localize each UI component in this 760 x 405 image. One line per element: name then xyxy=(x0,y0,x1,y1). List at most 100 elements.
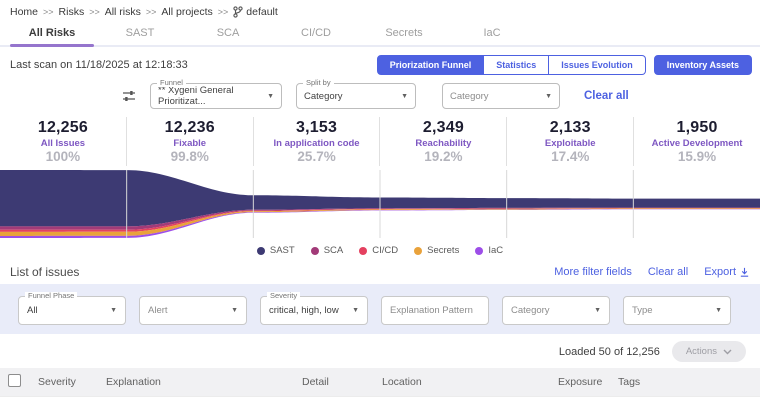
chevron-down-icon: ▼ xyxy=(545,92,552,100)
split-by-value: Category xyxy=(304,90,343,102)
stat-label: Reachability xyxy=(415,138,472,149)
breadcrumb-risks[interactable]: Risks xyxy=(59,6,85,18)
stat-percent: 25.7% xyxy=(297,149,336,164)
explanation-pattern-input[interactable] xyxy=(390,304,480,316)
split-by-select[interactable]: Split by Category ▼ xyxy=(296,79,416,109)
category-filter[interactable]: Category ▼ xyxy=(502,295,610,325)
funnel-phase-filter[interactable]: Funnel Phase All ▼ xyxy=(18,291,126,325)
list-of-issues-title: List of issues xyxy=(10,265,80,279)
loaded-count: Loaded 50 of 12,256 xyxy=(558,345,660,358)
stat-label: Active Development xyxy=(651,138,743,149)
category-select[interactable]: Category ▼ xyxy=(442,83,560,109)
issues-table-header: Severity Explanation Detail Location Exp… xyxy=(0,368,760,396)
actions-button[interactable]: Actions xyxy=(671,341,746,362)
tab-secrets[interactable]: Secrets xyxy=(360,23,448,45)
more-filter-fields-link[interactable]: More filter fields xyxy=(554,266,632,278)
stat-value: 1,950 xyxy=(676,119,718,136)
stat-value: 3,153 xyxy=(296,119,338,136)
stat-percent: 100% xyxy=(45,149,81,164)
funnel-phase-value: All xyxy=(27,304,38,316)
chevron-down-icon: ▼ xyxy=(401,92,408,100)
funnel-phase-label: Funnel Phase xyxy=(25,291,78,299)
legend-label: CI/CD xyxy=(372,245,399,256)
stat-value: 12,256 xyxy=(37,119,88,136)
breadcrumb-separator: >> xyxy=(43,7,54,17)
tune-filter-icon[interactable] xyxy=(122,89,136,103)
column-severity[interactable]: Severity xyxy=(38,376,84,388)
download-icon xyxy=(740,267,749,277)
breadcrumb-home[interactable]: Home xyxy=(10,6,38,18)
tab-sast[interactable]: SAST xyxy=(96,23,184,45)
severity-filter[interactable]: Severity critical, high, low ▼ xyxy=(260,291,368,325)
column-detail[interactable]: Detail xyxy=(302,376,382,388)
column-tags[interactable]: Tags xyxy=(618,376,736,388)
legend-label: SAST xyxy=(269,245,295,256)
explanation-pattern-filter[interactable] xyxy=(381,295,489,325)
stat-value: 12,236 xyxy=(164,119,215,136)
legend-item-sca[interactable]: SCA xyxy=(310,245,344,256)
stat-in-application-code[interactable]: 3,153 In application code 25.7% xyxy=(254,117,381,166)
issues-evolution-button[interactable]: Issues Evolution xyxy=(549,55,646,75)
risk-tabs: All Risks SAST SCA CI/CD Secrets IaC xyxy=(0,23,760,47)
tab-all-risks[interactable]: All Risks xyxy=(8,23,96,47)
select-all-checkbox[interactable] xyxy=(8,374,21,387)
last-scan-info: Last scan on 11/18/2025 at 12:18:33 xyxy=(10,59,188,71)
chevron-down-icon: ▼ xyxy=(352,306,359,314)
legend-label: SCA xyxy=(323,245,344,256)
clear-all-filters-link[interactable]: Clear all xyxy=(648,266,688,278)
funnel-select[interactable]: Funnel ** Xygeni General Prioritizat... … xyxy=(150,79,282,109)
stat-label: In application code xyxy=(273,138,360,149)
issue-filters: Funnel Phase All ▼ Alert ▼ Severity crit… xyxy=(0,284,760,334)
breadcrumb-all-projects[interactable]: All projects xyxy=(161,6,212,18)
legend-item-cicd[interactable]: CI/CD xyxy=(359,245,398,256)
breadcrumb-separator: >> xyxy=(145,7,157,17)
breadcrumb: Home >> Risks >> All risks >> All projec… xyxy=(0,0,760,20)
export-button[interactable]: Export xyxy=(704,266,750,278)
category-select-placeholder: Category xyxy=(450,90,489,102)
stat-active-development[interactable]: 1,950 Active Development 15.9% xyxy=(634,117,760,166)
type-placeholder: Type xyxy=(632,304,653,316)
legend-item-secrets[interactable]: Secrets xyxy=(414,245,459,256)
stat-value: 2,349 xyxy=(422,119,464,136)
statistics-button[interactable]: Statistics xyxy=(484,55,550,75)
priorization-funnel-button[interactable]: Priorization Funnel xyxy=(376,55,485,75)
chevron-down-icon: ▼ xyxy=(267,92,274,100)
column-exposure[interactable]: Exposure xyxy=(558,376,618,388)
stat-percent: 19.2% xyxy=(424,149,463,164)
legend-dot xyxy=(414,246,423,255)
legend-item-iac[interactable]: IaC xyxy=(475,245,503,256)
stat-percent: 99.8% xyxy=(170,149,209,164)
chevron-down-icon: ▼ xyxy=(715,306,722,314)
branch-selector[interactable]: default xyxy=(233,6,278,18)
export-label: Export xyxy=(704,266,736,278)
severity-label: Severity xyxy=(267,291,301,299)
stat-all-issues[interactable]: 12,256 All Issues 100% xyxy=(0,117,127,166)
stat-label: Fixable xyxy=(173,138,207,149)
actions-label: Actions xyxy=(685,346,717,357)
breadcrumb-all-risks[interactable]: All risks xyxy=(105,6,141,18)
issue-row[interactable]: critical ## Duplicate Advisory This advi… xyxy=(0,396,760,405)
priorization-funnel-chart xyxy=(0,170,760,238)
clear-all-link[interactable]: Clear all xyxy=(584,90,629,102)
legend-dot xyxy=(310,246,319,255)
legend-item-sast[interactable]: SAST xyxy=(256,245,295,256)
tab-cicd[interactable]: CI/CD xyxy=(272,23,360,45)
tab-iac[interactable]: IaC xyxy=(448,23,536,45)
type-filter[interactable]: Type ▼ xyxy=(623,295,731,325)
legend-dot xyxy=(475,246,484,255)
funnel-select-label: Funnel xyxy=(157,79,186,87)
stat-percent: 17.4% xyxy=(551,149,590,164)
column-location[interactable]: Location xyxy=(382,376,558,388)
column-explanation[interactable]: Explanation xyxy=(106,376,302,388)
tab-sca[interactable]: SCA xyxy=(184,23,272,45)
stat-percent: 15.9% xyxy=(677,149,717,164)
branch-name: default xyxy=(246,6,278,18)
stat-value: 2,133 xyxy=(549,119,591,136)
stat-fixable[interactable]: 12,236 Fixable 99.8% xyxy=(127,117,254,166)
alert-filter[interactable]: Alert ▼ xyxy=(139,295,247,325)
stat-reachability[interactable]: 2,349 Reachability 19.2% xyxy=(380,117,508,166)
stat-exploitable[interactable]: 2,133 Exploitable 17.4% xyxy=(507,117,635,166)
inventory-assets-button[interactable]: Inventory Assets xyxy=(653,55,752,75)
severity-value: critical, high, low xyxy=(269,304,339,316)
git-branch-icon xyxy=(233,6,243,18)
